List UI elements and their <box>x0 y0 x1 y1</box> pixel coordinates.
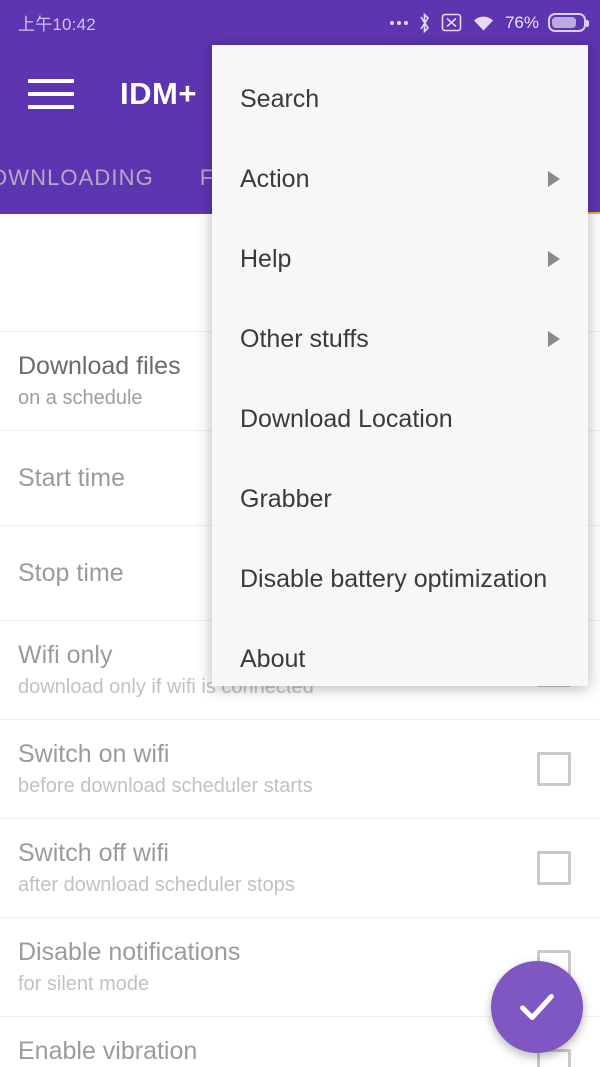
status-clock: 上午10:42 <box>18 15 96 34</box>
tab-downloading[interactable]: OWNLOADING <box>0 165 154 191</box>
app-screen: 上午10:42 76% IDM+ OWNLOADING FI Download … <box>0 0 600 1067</box>
check-icon <box>520 993 554 1021</box>
list-item-subtitle: after download scheduler stops <box>18 874 295 896</box>
list-item-subtitle: for silent mode <box>18 973 150 995</box>
menu-item-grabber[interactable]: Grabber <box>212 459 588 539</box>
checkbox[interactable] <box>537 752 571 786</box>
list-item[interactable]: Switch on wifi before download scheduler… <box>0 719 600 818</box>
wifi-icon <box>471 13 496 33</box>
menu-item-label: Other stuffs <box>240 324 369 353</box>
list-item-subtitle: before download scheduler starts <box>18 775 313 797</box>
status-icons: 76% <box>389 12 589 34</box>
chevron-right-icon <box>548 331 560 347</box>
list-item-title: Enable vibration <box>18 1037 198 1065</box>
menu-item-label: Disable battery optimization <box>240 564 548 593</box>
menu-item-action[interactable]: Action <box>212 139 588 219</box>
menu-item-label: Grabber <box>240 484 332 513</box>
menu-item-search[interactable]: Search <box>212 59 588 139</box>
page-title: IDM+ <box>120 75 197 111</box>
menu-item-label: Action <box>240 164 310 193</box>
menu-item-disable-battery-optimization[interactable]: Disable battery optimization <box>212 539 588 619</box>
list-item-title: Disable notifications <box>18 938 241 966</box>
confirm-fab-button[interactable] <box>491 961 583 1053</box>
menu-item-label: Search <box>240 84 320 113</box>
menu-item-help[interactable]: Help <box>212 219 588 299</box>
checkbox[interactable] <box>537 851 571 885</box>
menu-item-download-location[interactable]: Download Location <box>212 379 588 459</box>
list-item-title: Switch off wifi <box>18 839 169 867</box>
battery-icon <box>548 13 589 32</box>
menu-item-about[interactable]: About <box>212 619 588 699</box>
menu-item-label: Help <box>240 244 292 273</box>
overflow-menu[interactable]: Search Action Help Other stuffs Download… <box>212 45 588 686</box>
list-item[interactable]: Switch off wifi after download scheduler… <box>0 818 600 917</box>
chevron-right-icon <box>548 251 560 267</box>
hamburger-menu-icon[interactable] <box>28 76 74 112</box>
more-dots-icon <box>389 20 408 25</box>
menu-item-label: Download Location <box>240 404 453 433</box>
bluetooth-icon <box>417 12 432 34</box>
menu-item-other-stuffs[interactable]: Other stuffs <box>212 299 588 379</box>
battery-percent-label: 76% <box>504 12 539 32</box>
chevron-right-icon <box>548 171 560 187</box>
list-item-title: Switch on wifi <box>18 740 170 768</box>
menu-item-label: About <box>240 644 306 673</box>
no-sim-icon <box>441 12 462 33</box>
status-bar: 上午10:42 76% <box>0 0 600 45</box>
